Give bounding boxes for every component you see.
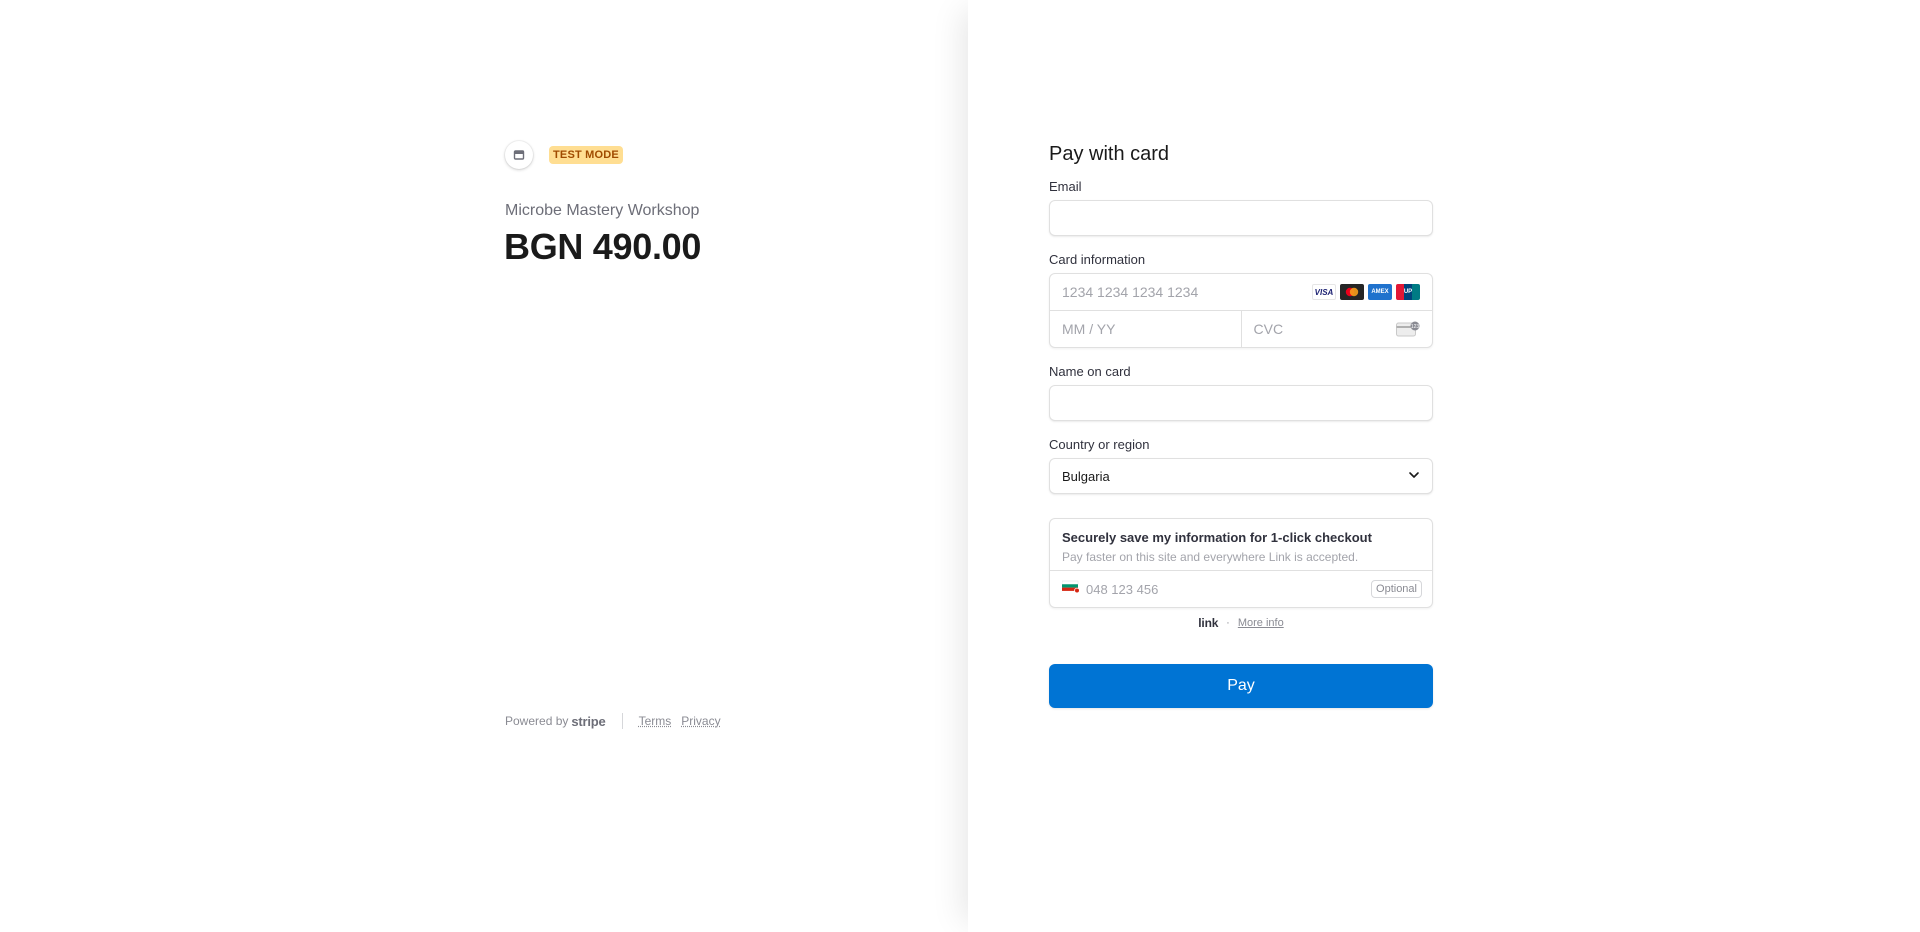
card-number-input[interactable] xyxy=(1050,275,1314,309)
country-select[interactable]: Bulgaria xyxy=(1049,458,1433,494)
link-subtitle: Pay faster on this site and everywhere L… xyxy=(1062,550,1359,564)
product-name: Microbe Mastery Workshop xyxy=(505,202,700,219)
payment-form: Pay with card Email Card information VIS… xyxy=(1049,143,1433,708)
link-dot-separator: · xyxy=(1226,617,1230,629)
card-info-group: VISA AMEX UP 123 xyxy=(1049,273,1433,348)
card-info-label: Card information xyxy=(1049,252,1146,267)
card-brands: VISA AMEX UP xyxy=(1312,284,1420,300)
stripe-logo: stripe xyxy=(571,713,606,729)
pay-button[interactable]: Pay xyxy=(1049,664,1433,708)
country-label: Country or region xyxy=(1049,437,1150,452)
name-label: Name on card xyxy=(1049,364,1131,379)
email-field[interactable] xyxy=(1049,200,1433,236)
link-logo: link xyxy=(1198,616,1219,630)
email-label: Email xyxy=(1049,179,1082,194)
order-summary-pane: TEST MODE Microbe Mastery Workshop BGN 4… xyxy=(0,0,968,932)
link-title: Securely save my information for 1-click… xyxy=(1062,530,1372,545)
link-save-box: Securely save my information for 1-click… xyxy=(1049,518,1433,608)
cvc-card-icon: 123 xyxy=(1396,321,1420,342)
powered-by-label: Powered by xyxy=(505,714,569,728)
link-footer: link · More info xyxy=(1049,616,1433,630)
bulgaria-flag-icon[interactable] xyxy=(1061,580,1080,598)
mastercard-icon xyxy=(1340,284,1364,300)
svg-text:123: 123 xyxy=(1411,324,1420,330)
expiry-input[interactable] xyxy=(1050,312,1234,346)
phone-input[interactable] xyxy=(1080,581,1372,597)
terms-link[interactable]: Terms xyxy=(639,714,672,728)
footer-divider xyxy=(621,713,623,729)
test-mode-badge: TEST MODE xyxy=(549,146,623,164)
unionpay-icon: UP xyxy=(1396,284,1420,300)
chevron-down-icon xyxy=(1408,468,1420,484)
footer: Powered by stripe Terms Privacy xyxy=(505,713,731,729)
cvc-input[interactable] xyxy=(1241,312,1406,346)
more-info-link[interactable]: More info xyxy=(1238,617,1284,629)
optional-badge: Optional xyxy=(1371,580,1422,598)
country-value: Bulgaria xyxy=(1062,468,1110,484)
name-on-card-field[interactable] xyxy=(1049,385,1433,421)
powered-by[interactable]: Powered by stripe xyxy=(505,714,606,729)
product-price: BGN 490.00 xyxy=(504,226,702,267)
form-title: Pay with card xyxy=(1049,143,1170,165)
amex-icon: AMEX xyxy=(1368,284,1392,300)
privacy-link[interactable]: Privacy xyxy=(681,714,720,728)
store-icon xyxy=(505,141,533,169)
visa-icon: VISA xyxy=(1312,284,1336,300)
